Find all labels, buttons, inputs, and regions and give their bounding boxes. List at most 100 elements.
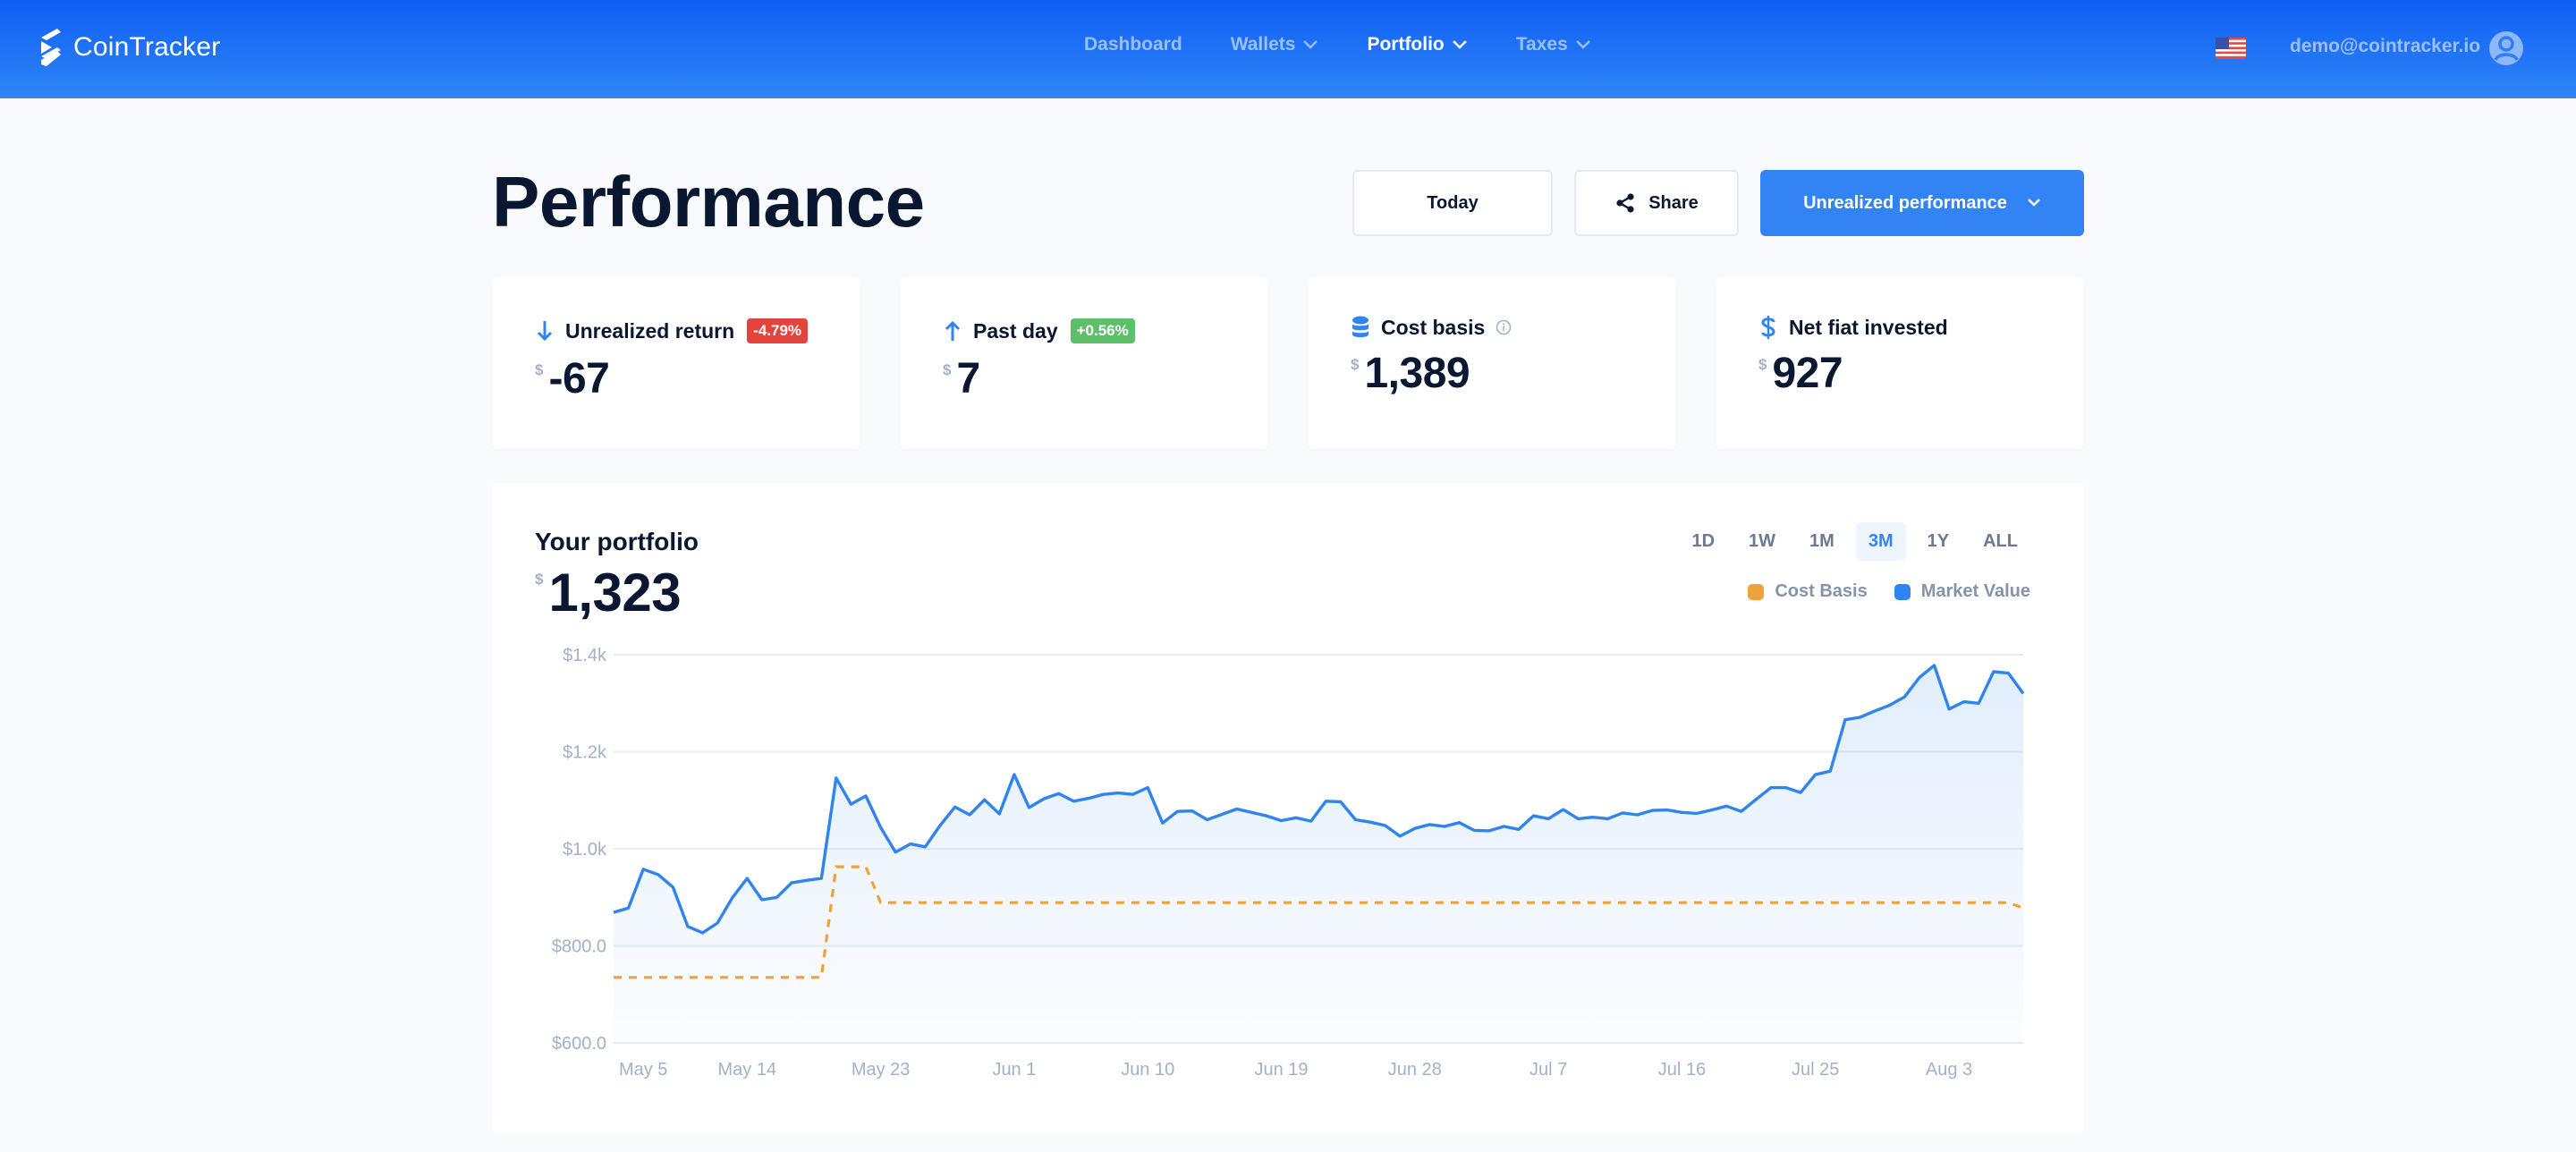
market-value-point[interactable] — [640, 866, 647, 873]
market-value-point[interactable] — [952, 803, 959, 810]
cost-basis-point[interactable] — [1961, 899, 1968, 906]
market-value-point[interactable] — [1783, 784, 1790, 792]
market-value-point[interactable] — [1011, 771, 1018, 778]
cost-basis-point[interactable] — [1738, 899, 1745, 906]
market-value-point[interactable] — [1619, 809, 1626, 817]
cost-basis-point[interactable] — [1233, 899, 1241, 906]
cost-basis-point[interactable] — [892, 899, 899, 906]
cost-basis-point[interactable] — [1930, 899, 1937, 906]
market-value-point[interactable] — [1218, 810, 1225, 817]
market-value-point[interactable] — [1530, 812, 1538, 819]
market-value-point[interactable] — [1648, 807, 1656, 814]
market-value-point[interactable] — [1382, 822, 1389, 829]
market-value-point[interactable] — [818, 875, 825, 882]
market-value-point[interactable] — [699, 929, 707, 936]
info-icon[interactable] — [1496, 319, 1512, 335]
market-value-point[interactable] — [610, 909, 617, 916]
cost-basis-point[interactable] — [1144, 899, 1151, 906]
cost-basis-point[interactable] — [1411, 899, 1419, 906]
cost-basis-point[interactable] — [1619, 899, 1626, 906]
cost-basis-point[interactable] — [788, 974, 795, 981]
market-value-point[interactable] — [714, 919, 721, 927]
market-value-point[interactable] — [2020, 690, 2027, 697]
cost-basis-point[interactable] — [1916, 899, 1923, 906]
market-value-point[interactable] — [1560, 806, 1567, 813]
cost-basis-point[interactable] — [1634, 899, 1641, 906]
market-value-point[interactable] — [1723, 802, 1730, 809]
market-value-point[interactable] — [877, 824, 885, 831]
cost-basis-point[interactable] — [1871, 899, 1878, 906]
cost-basis-point[interactable] — [1990, 899, 1997, 906]
cost-basis-point[interactable] — [1278, 899, 1285, 906]
market-value-point[interactable] — [1975, 699, 1982, 707]
date-button[interactable]: Today — [1352, 170, 1553, 236]
cost-basis-point[interactable] — [1322, 899, 1329, 906]
portfolio-chart[interactable]: $600.0$800.0$1.0k$1.2k$1.4k May 5 May 14 M… — [492, 483, 2084, 1132]
share-button[interactable]: Share — [1574, 170, 1739, 236]
market-value-point[interactable] — [803, 877, 810, 884]
nav-wallets[interactable]: Wallets — [1231, 34, 1319, 55]
cost-basis-point[interactable] — [996, 899, 1003, 906]
nav-dashboard[interactable]: Dashboard — [1084, 34, 1182, 55]
cost-basis-point[interactable] — [1975, 899, 1982, 906]
market-value-point[interactable] — [1144, 784, 1151, 792]
cost-basis-point[interactable] — [1767, 899, 1775, 906]
cost-basis-point[interactable] — [1159, 899, 1166, 906]
market-value-point[interactable] — [2004, 670, 2012, 677]
cost-basis-point[interactable] — [1292, 899, 1300, 906]
cost-basis-point[interactable] — [758, 974, 766, 981]
market-value-point[interactable] — [684, 923, 691, 930]
market-value-point[interactable] — [921, 843, 928, 851]
cost-basis-point[interactable] — [1382, 899, 1389, 906]
cost-basis-point[interactable] — [1648, 899, 1656, 906]
market-value-point[interactable] — [1233, 806, 1241, 813]
market-value-point[interactable] — [1189, 808, 1196, 815]
market-value-point[interactable] — [1574, 815, 1581, 822]
market-value-point[interactable] — [1204, 816, 1211, 823]
cost-basis-point[interactable] — [1426, 899, 1433, 906]
market-value-point[interactable] — [1589, 814, 1597, 821]
market-value-point[interactable] — [1842, 716, 1849, 724]
cost-basis-point[interactable] — [1664, 899, 1671, 906]
cost-basis-point[interactable] — [1826, 899, 1834, 906]
market-value-point[interactable] — [1545, 815, 1552, 822]
cost-basis-point[interactable] — [803, 974, 810, 981]
market-value-point[interactable] — [1174, 808, 1181, 815]
cost-basis-point[interactable] — [1812, 899, 1819, 906]
market-value-point[interactable] — [1248, 809, 1255, 816]
market-value-point[interactable] — [1263, 812, 1270, 819]
market-value-point[interactable] — [1708, 807, 1716, 814]
cost-basis-point[interactable] — [1470, 899, 1478, 906]
market-value-point[interactable] — [1292, 814, 1300, 821]
market-value-point[interactable] — [1070, 798, 1077, 805]
market-value-point[interactable] — [1159, 819, 1166, 826]
cost-basis-point[interactable] — [952, 899, 959, 906]
market-value-point[interactable] — [847, 800, 854, 808]
market-value-point[interactable] — [936, 822, 944, 829]
performance-mode-dropdown[interactable]: Unrealized performance — [1760, 170, 2084, 236]
market-value-point[interactable] — [1738, 808, 1745, 815]
logo[interactable]: CoinTracker — [39, 29, 220, 66]
cost-basis-point[interactable] — [1560, 899, 1567, 906]
market-value-point[interactable] — [1322, 798, 1329, 805]
market-value-point[interactable] — [1486, 827, 1493, 834]
market-value-point[interactable] — [892, 849, 899, 856]
cost-basis-point[interactable] — [1130, 899, 1137, 906]
market-value-point[interactable] — [1797, 789, 1804, 796]
cost-basis-point[interactable] — [1886, 899, 1894, 906]
cost-basis-point[interactable] — [981, 899, 988, 906]
cost-basis-point[interactable] — [1589, 899, 1597, 906]
market-value-point[interactable] — [1515, 826, 1522, 833]
market-value-point[interactable] — [1337, 798, 1344, 805]
market-value-point[interactable] — [1130, 791, 1137, 798]
cost-basis-point[interactable] — [610, 974, 617, 981]
cost-basis-point[interactable] — [1515, 899, 1522, 906]
cost-basis-point[interactable] — [1456, 899, 1463, 906]
cost-basis-point[interactable] — [818, 974, 825, 981]
cost-basis-point[interactable] — [1441, 899, 1448, 906]
market-value-point[interactable] — [981, 796, 988, 803]
cost-basis-point[interactable] — [1218, 899, 1225, 906]
cost-basis-point[interactable] — [1011, 899, 1018, 906]
cost-basis-point[interactable] — [1040, 899, 1047, 906]
cost-basis-point[interactable] — [1708, 899, 1716, 906]
